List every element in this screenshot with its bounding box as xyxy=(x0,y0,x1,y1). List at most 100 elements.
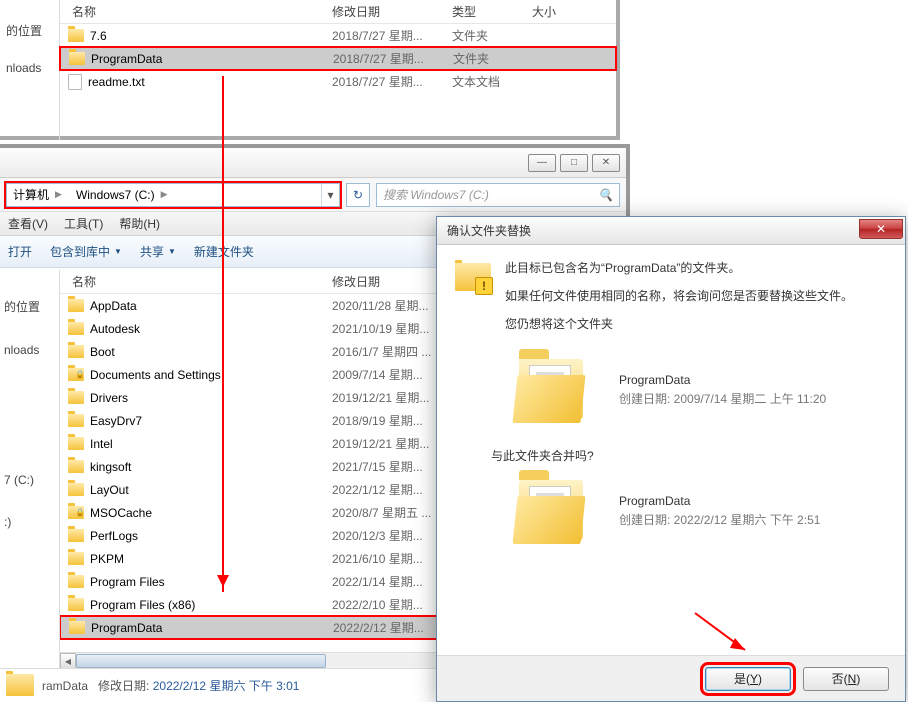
file-row[interactable]: 7.6 2018/7/27 星期...文件夹 xyxy=(60,24,616,47)
file-name: Program Files (x86) xyxy=(90,598,195,612)
no-button[interactable]: 否(N) xyxy=(803,667,889,691)
file-date: 2022/2/12 星期... xyxy=(321,619,441,636)
file-date: 2018/9/19 星期... xyxy=(320,412,440,429)
status-date-value: 2022/2/12 星期六 下午 3:01 xyxy=(153,679,300,693)
sidebar-slice-top: 的位置 nloads xyxy=(0,0,60,140)
dest-folder-name: ProgramData xyxy=(619,371,826,390)
col-date[interactable]: 修改日期 xyxy=(320,3,440,20)
menu-help[interactable]: 帮助(H) xyxy=(119,215,160,232)
scroll-thumb[interactable] xyxy=(76,654,326,668)
chevron-right-icon[interactable]: ▶ xyxy=(53,189,64,200)
folder-locked-icon xyxy=(68,368,84,381)
file-name: PerfLogs xyxy=(90,529,138,543)
folder-icon xyxy=(68,345,84,358)
explorer-window-source: 的位置 nloads 名称 修改日期 类型 大小 7.6 2018/7/27 星期… xyxy=(0,0,620,140)
breadcrumb[interactable]: 计算机 ▶ Windows7 (C:) ▶ ▾ xyxy=(6,183,340,207)
breadcrumb-segment-computer[interactable]: 计算机 ▶ xyxy=(7,184,70,206)
file-date: 2020/11/28 星期... xyxy=(320,297,440,314)
folder-icon xyxy=(69,52,85,65)
file-date: 2022/2/10 星期... xyxy=(320,596,440,613)
file-date: 2021/6/10 星期... xyxy=(320,550,440,567)
col-size[interactable]: 大小 xyxy=(520,3,580,20)
dialog-titlebar: 确认文件夹替换 ✕ xyxy=(437,217,905,245)
dialog-close-button[interactable]: ✕ xyxy=(859,219,903,239)
status-name: ramData xyxy=(42,679,88,693)
folder-icon xyxy=(68,483,84,496)
address-row: 计算机 ▶ Windows7 (C:) ▶ ▾ ↻ 搜索 Windows7 (C… xyxy=(0,178,626,212)
folder-icon xyxy=(68,29,84,42)
destination-folder-block[interactable]: ProgramData 创建日期: 2009/7/14 星期二 上午 11:20 xyxy=(511,353,887,427)
close-button[interactable]: ✕ xyxy=(592,154,620,172)
refresh-button[interactable]: ↻ xyxy=(346,183,370,207)
file-name: Autodesk xyxy=(90,322,140,336)
file-icon xyxy=(68,74,82,90)
dialog-line1: 此目标已包含名为“ProgramData”的文件夹。 xyxy=(505,259,853,277)
window-titlebar: — □ ✕ xyxy=(0,148,626,178)
menu-view[interactable]: 查看(V) xyxy=(8,215,48,232)
file-name: ProgramData xyxy=(91,621,162,635)
file-row[interactable]: readme.txt2018/7/27 星期...文本文档 xyxy=(60,70,616,93)
breadcrumb-segment-drive[interactable]: Windows7 (C:) ▶ xyxy=(70,184,176,206)
dialog-merge-question: 与此文件夹合并吗? xyxy=(491,447,887,464)
side-label: 的位置 xyxy=(6,22,59,39)
toolbar-open[interactable]: 打开 xyxy=(8,243,32,260)
side-label: nloads xyxy=(4,343,59,357)
side-label: 的位置 xyxy=(4,298,59,315)
chevron-down-icon: ▼ xyxy=(168,247,176,256)
file-row[interactable]: ProgramData2018/7/27 星期...文件夹 xyxy=(60,47,616,70)
dialog-line3: 您仍想将这个文件夹 xyxy=(505,315,853,333)
folder-icon xyxy=(69,621,85,634)
folder-icon xyxy=(68,299,84,312)
file-name: EasyDrv7 xyxy=(90,414,142,428)
col-date[interactable]: 修改日期 xyxy=(320,273,440,290)
file-date: 2019/12/21 星期... xyxy=(320,435,440,452)
file-name: kingsoft xyxy=(90,460,131,474)
column-header-row: 名称 修改日期 类型 大小 xyxy=(60,0,616,24)
annotation-arrow-vertical xyxy=(222,76,224,592)
refresh-icon: ↻ xyxy=(353,188,363,202)
menu-tools[interactable]: 工具(T) xyxy=(64,215,103,232)
yes-button[interactable]: 是(Y) xyxy=(705,667,791,691)
file-type: 文本文档 xyxy=(440,73,520,90)
folder-icon xyxy=(68,598,84,611)
folder-icon xyxy=(68,391,84,404)
file-name: Drivers xyxy=(90,391,128,405)
col-type[interactable]: 类型 xyxy=(440,3,520,20)
folder-icon xyxy=(68,575,84,588)
file-name: MSOCache xyxy=(90,506,152,520)
file-type: 文件夹 xyxy=(440,27,520,44)
dest-folder-meta: 创建日期: 2009/7/14 星期二 上午 11:20 xyxy=(619,390,826,409)
folder-icon xyxy=(68,322,84,335)
file-name: ProgramData xyxy=(91,52,162,66)
crumb-label: Windows7 (C:) xyxy=(76,188,155,202)
file-name: Boot xyxy=(90,345,115,359)
scroll-left-button[interactable]: ◀ xyxy=(60,653,76,668)
confirm-folder-replace-dialog: 确认文件夹替换 ✕ 此目标已包含名为“ProgramData”的文件夹。 如果任… xyxy=(436,216,906,702)
side-label: :) xyxy=(4,515,59,529)
col-name[interactable]: 名称 xyxy=(60,273,320,290)
search-placeholder: 搜索 Windows7 (C:) xyxy=(383,186,489,203)
chevron-right-icon[interactable]: ▶ xyxy=(159,189,170,200)
file-date: 2021/10/19 星期... xyxy=(320,320,440,337)
file-name: Program Files xyxy=(90,575,165,589)
toolbar-include-in-library[interactable]: 包含到库中▼ xyxy=(50,243,122,260)
chevron-down-icon: ▼ xyxy=(114,247,122,256)
file-date: 2021/7/15 星期... xyxy=(320,458,440,475)
file-date: 2018/7/27 星期... xyxy=(320,27,440,44)
search-input[interactable]: 搜索 Windows7 (C:) 🔍 xyxy=(376,183,620,207)
folder-icon xyxy=(68,414,84,427)
source-folder-block[interactable]: ProgramData 创建日期: 2022/2/12 星期六 下午 2:51 xyxy=(511,474,887,548)
folder-large-icon xyxy=(511,474,595,548)
file-date: 2019/12/21 星期... xyxy=(320,389,440,406)
minimize-button[interactable]: — xyxy=(528,154,556,172)
col-name[interactable]: 名称 xyxy=(60,3,320,20)
toolbar-share[interactable]: 共享▼ xyxy=(140,243,176,260)
file-name: PKPM xyxy=(90,552,124,566)
src-folder-name: ProgramData xyxy=(619,492,820,511)
dialog-line2: 如果任何文件使用相同的名称，将会询问您是否要替换这些文件。 xyxy=(505,287,853,305)
file-name: readme.txt xyxy=(88,75,145,89)
file-name: 7.6 xyxy=(90,29,107,43)
folder-locked-icon xyxy=(68,506,84,519)
address-dropdown-button[interactable]: ▾ xyxy=(321,184,339,206)
maximize-button[interactable]: □ xyxy=(560,154,588,172)
